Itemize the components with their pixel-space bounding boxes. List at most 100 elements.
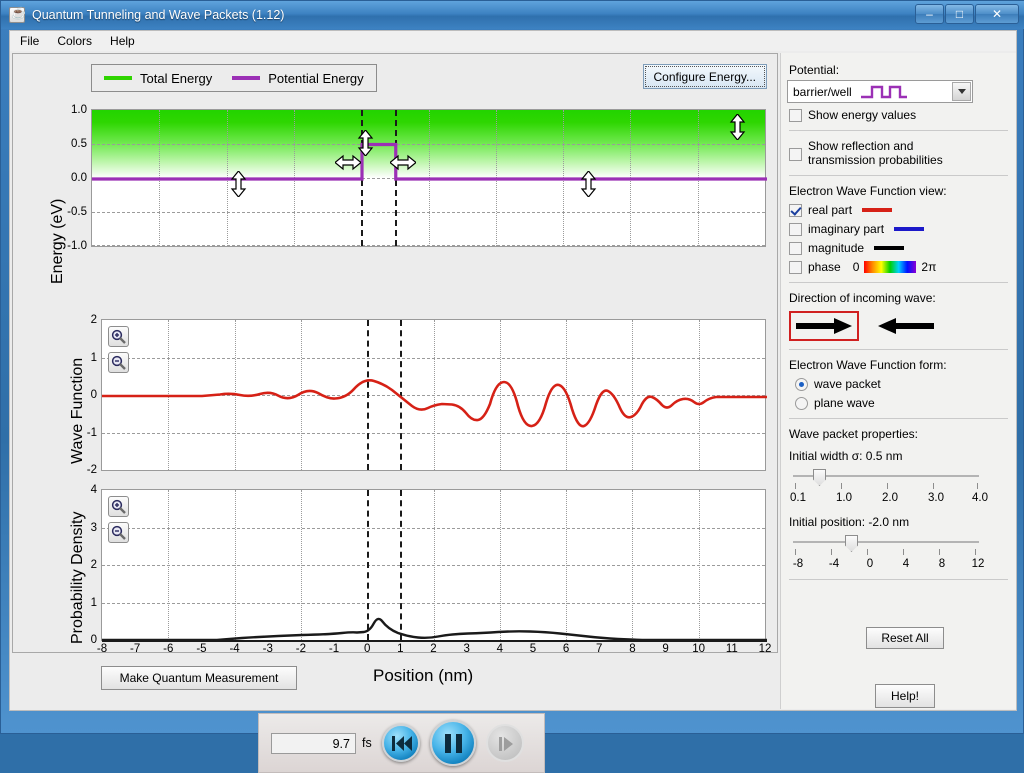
energy-ytick: -0.5 — [67, 206, 87, 218]
drag-handle-vertical-total-energy[interactable] — [729, 114, 746, 140]
probability-ytick: 2 — [91, 559, 97, 571]
menu-colors[interactable]: Colors — [49, 32, 100, 50]
direction-right-button[interactable] — [789, 311, 859, 341]
title-bar: Quantum Tunneling and Wave Packets (1.12… — [1, 1, 1024, 29]
show-energy-values-row[interactable]: Show energy values — [789, 108, 1010, 122]
show-energy-values-checkbox[interactable] — [789, 109, 802, 122]
wavefunction-zoom-out-button[interactable] — [108, 352, 129, 373]
initial-width-label: Initial width σ: 0.5 nm — [789, 449, 1010, 463]
imaginary-part-color-swatch — [894, 227, 924, 231]
probability-ytick: 1 — [91, 597, 97, 609]
wave-packet-label: wave packet — [814, 377, 881, 391]
slider-track — [793, 541, 979, 543]
magnitude-row[interactable]: magnitude — [789, 241, 1010, 255]
probability-density-curve — [102, 490, 767, 642]
imaginary-part-row[interactable]: imaginary part — [789, 222, 1010, 236]
minimize-icon: – — [916, 7, 943, 21]
energy-ytick: 0.0 — [71, 172, 87, 184]
position-tick: -4 — [829, 558, 839, 570]
plane-wave-radio-row[interactable]: plane wave — [795, 396, 1010, 410]
wavefunction-ytick: 2 — [91, 314, 97, 326]
arrow-right-icon — [796, 317, 852, 335]
real-part-row[interactable]: real part — [789, 203, 1010, 217]
maximize-button[interactable]: □ — [945, 4, 974, 24]
drag-handle-vertical-barrier-height[interactable] — [357, 130, 374, 156]
x-tick: 5 — [530, 643, 536, 655]
rewind-button[interactable] — [382, 724, 420, 762]
imaginary-part-checkbox[interactable] — [789, 223, 802, 236]
initial-position-label: Initial position: -2.0 nm — [789, 515, 1010, 529]
help-button[interactable]: Help! — [875, 684, 935, 708]
initial-width-ticklabels: 0.1 1.0 2.0 3.0 4.0 — [790, 492, 982, 507]
x-tick: -2 — [296, 643, 306, 655]
real-part-checkbox[interactable] — [789, 204, 802, 217]
x-tick: 4 — [497, 643, 503, 655]
show-probabilities-row[interactable]: Show reflection and transmission probabi… — [789, 139, 1010, 167]
width-tick: 1.0 — [836, 492, 852, 504]
initial-position-slider[interactable] — [793, 535, 979, 549]
window-title: Quantum Tunneling and Wave Packets (1.12… — [32, 8, 284, 22]
time-display[interactable]: 9.7 — [271, 733, 356, 754]
real-part-label: real part — [808, 203, 852, 217]
position-tick: 8 — [939, 558, 945, 570]
wave-packet-radio-row[interactable]: wave packet — [795, 377, 1010, 391]
x-tick: -3 — [263, 643, 273, 655]
x-tick: 7 — [596, 643, 602, 655]
window-buttons: – □ ✕ — [914, 4, 1019, 24]
wavefunction-zoom-in-button[interactable] — [108, 326, 129, 347]
initial-position-tickmarks — [793, 549, 979, 558]
width-tick: 3.0 — [928, 492, 944, 504]
phase-row[interactable]: phase 0 2π — [789, 260, 1010, 274]
x-tick: 8 — [629, 643, 635, 655]
menu-file[interactable]: File — [12, 32, 47, 50]
close-button[interactable]: ✕ — [975, 4, 1019, 24]
wavefunction-plot[interactable]: 2 1 0 -1 -2 — [101, 319, 766, 471]
wavefunction-axis-label: Wave Function — [69, 358, 87, 464]
drag-handle-vertical-left[interactable] — [230, 171, 247, 197]
position-tick: 4 — [903, 558, 909, 570]
magnitude-checkbox[interactable] — [789, 242, 802, 255]
drag-handle-horizontal-left-edge[interactable] — [335, 154, 361, 171]
direction-left-button[interactable] — [871, 311, 941, 341]
chevron-down-icon[interactable] — [952, 82, 971, 101]
configure-energy-button[interactable]: Configure Energy... — [643, 64, 768, 89]
divider — [789, 175, 1008, 176]
legend-potential-energy: Potential Energy — [232, 71, 363, 86]
drag-handle-vertical-right[interactable] — [580, 171, 597, 197]
probability-plot[interactable]: 4 3 2 1 0 -8 -7 -6 -5 -4 -3 -2 -1 0 1 2 … — [101, 489, 766, 641]
divider — [789, 130, 1008, 131]
potential-dropdown[interactable]: barrier/well — [787, 80, 973, 103]
control-panel: Potential: barrier/well Show energy valu… — [780, 53, 1016, 709]
divider — [789, 349, 1008, 350]
wavefunction-view-label: Electron Wave Function view: — [789, 184, 1010, 198]
legend-total-energy-swatch — [104, 76, 132, 80]
width-tick: 4.0 — [972, 492, 988, 504]
potential-label: Potential: — [789, 63, 1010, 77]
plane-wave-label: plane wave — [814, 396, 875, 410]
make-quantum-measurement-button[interactable]: Make Quantum Measurement — [101, 666, 297, 690]
potential-energy-curve — [92, 110, 767, 248]
wavefunction-form-label: Electron Wave Function form: — [789, 358, 1010, 372]
menu-help[interactable]: Help — [102, 32, 143, 50]
drag-handle-horizontal-right-edge[interactable] — [390, 154, 416, 171]
playback-toolbar: 9.7 fs — [258, 713, 545, 773]
energy-plot[interactable]: 1.0 0.5 0.0 -0.5 -1.0 — [91, 109, 766, 247]
probability-zoom-out-button[interactable] — [108, 522, 129, 543]
pause-button[interactable] — [430, 720, 476, 766]
initial-width-slider[interactable] — [793, 469, 979, 483]
plane-wave-radio[interactable] — [795, 397, 808, 410]
wave-packet-radio[interactable] — [795, 378, 808, 391]
legend-potential-energy-swatch — [232, 76, 260, 80]
phase-label: phase — [808, 260, 841, 274]
x-tick: -6 — [163, 643, 173, 655]
divider — [789, 579, 1008, 580]
energy-ytick: 1.0 — [71, 104, 87, 116]
time-unit-label: fs — [362, 736, 372, 750]
show-probabilities-checkbox[interactable] — [789, 148, 802, 161]
phase-colorbar-icon — [864, 261, 916, 273]
reset-all-button[interactable]: Reset All — [866, 627, 944, 649]
minimize-button[interactable]: – — [915, 4, 944, 24]
step-forward-button[interactable] — [486, 724, 524, 762]
phase-checkbox[interactable] — [789, 261, 802, 274]
probability-zoom-in-button[interactable] — [108, 496, 129, 517]
